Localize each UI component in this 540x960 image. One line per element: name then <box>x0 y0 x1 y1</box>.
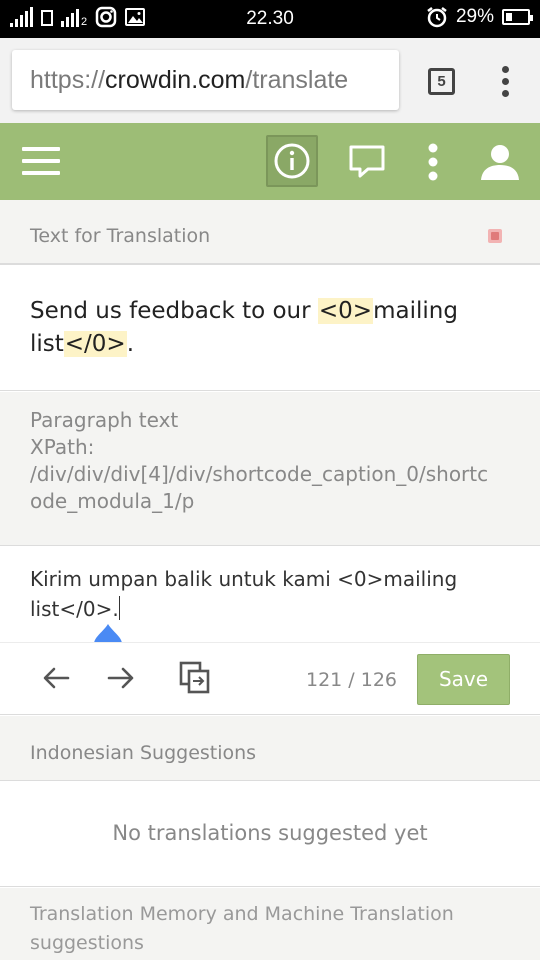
source-tag-close[interactable]: </0> <box>63 331 127 357</box>
profile-button[interactable] <box>478 123 522 200</box>
translation-text[interactable]: Kirim umpan balik untuk kami <0>mailing … <box>30 567 457 621</box>
browser-menu-icon[interactable] <box>498 66 514 98</box>
previous-arrow-icon[interactable] <box>41 663 71 693</box>
editor-toolbar: 121 / 126 Save <box>0 642 540 715</box>
source-section-header: Text for Translation <box>0 200 540 264</box>
tab-switcher-button[interactable]: 5 <box>428 68 455 95</box>
next-arrow-icon[interactable] <box>106 663 136 693</box>
browser-toolbar: https://crowdin.com/translate 5 <box>0 38 540 123</box>
source-tag-open[interactable]: <0> <box>317 298 374 324</box>
comments-button[interactable] <box>346 123 388 200</box>
save-button[interactable]: Save <box>417 654 510 705</box>
source-text-segment: Send us feedback to our <box>30 298 318 324</box>
info-icon <box>274 143 310 179</box>
battery-percent: 29% <box>455 6 494 27</box>
address-bar[interactable]: https://crowdin.com/translate <box>12 50 399 110</box>
status-bar: 2 22.30 29% <box>0 0 540 38</box>
menu-icon[interactable] <box>22 145 60 177</box>
text-cursor <box>118 596 120 620</box>
app-header <box>0 123 540 200</box>
suggestions-section-label: Indonesian Suggestions <box>30 742 257 764</box>
url-host: crowdin.com <box>105 66 246 94</box>
info-button[interactable] <box>266 135 318 187</box>
context-box: Paragraph text XPath: /div/div/div[4]/di… <box>0 392 540 546</box>
source-status-icon <box>488 229 502 243</box>
source-text-box: Send us feedback to our <0>mailing list<… <box>0 264 540 391</box>
source-section-label: Text for Translation <box>30 225 211 247</box>
context-xpath-line1: /div/div/div[4]/div/shortcode_caption_0/… <box>30 462 489 486</box>
url-path: /translate <box>245 66 349 94</box>
url-protocol: https:// <box>30 66 106 94</box>
battery-icon <box>502 9 533 25</box>
empty-suggestions-message: No translations suggested yet <box>112 821 428 845</box>
context-type: Paragraph text <box>30 408 179 432</box>
tm-mt-section-header: Translation Memory and Machine Translati… <box>0 888 540 960</box>
translation-editor[interactable]: Kirim umpan balik untuk kami <0>mailing … <box>0 546 540 642</box>
source-text: Send us feedback to our <0>mailing list<… <box>30 295 500 361</box>
translation-input[interactable]: Kirim umpan balik untuk kami <0>mailing … <box>30 564 500 624</box>
user-icon <box>481 144 519 180</box>
tm-mt-section-label: Translation Memory and Machine Translati… <box>30 903 454 954</box>
context-xpath-label: XPath: <box>30 435 95 459</box>
character-counter: 121 / 126 <box>306 669 398 691</box>
suggestions-empty-state: No translations suggested yet <box>0 781 540 887</box>
status-icons-right: 29% <box>426 6 533 28</box>
more-vertical-icon <box>428 143 438 180</box>
context-xpath-line2: ode_modula_1/p <box>30 489 195 513</box>
alarm-icon <box>427 7 447 28</box>
suggestions-section-header: Indonesian Suggestions <box>0 716 540 781</box>
more-options-button[interactable] <box>424 123 442 200</box>
copy-source-icon[interactable] <box>179 661 211 695</box>
comment-icon <box>349 145 385 177</box>
source-text-segment: . <box>126 331 135 357</box>
